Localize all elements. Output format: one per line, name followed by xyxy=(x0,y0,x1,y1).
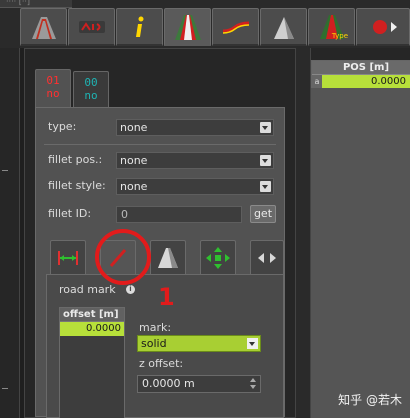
z-offset-label: z offset: xyxy=(139,357,184,370)
tab-road-grey[interactable] xyxy=(20,8,67,46)
pos-value: 0.0000 xyxy=(322,75,410,88)
offset-column-header: offset [m] xyxy=(60,308,124,322)
lane-tab-id: 01 xyxy=(46,74,60,87)
fillet-id-label: fillet ID: xyxy=(48,207,92,220)
pos-column-header: POS [m] xyxy=(312,61,410,75)
mark-select-value: solid xyxy=(141,337,167,350)
fillet-id-field[interactable]: 0 xyxy=(116,206,242,223)
info-icon[interactable]: i xyxy=(126,285,135,294)
spin-arrows-icon[interactable] xyxy=(248,377,258,391)
road-type-tab-text: Type xyxy=(331,32,348,40)
fillet-pos-label: fillet pos.: xyxy=(48,153,103,166)
pos-panel: POS [m] a 0.0000 xyxy=(310,48,410,418)
info-yellow-icon xyxy=(135,16,143,37)
pos-table-body xyxy=(311,88,410,418)
panel-gap xyxy=(296,48,310,418)
road-surface-icon xyxy=(158,247,178,268)
get-button[interactable]: get xyxy=(250,205,276,223)
tab-road-shape[interactable] xyxy=(260,8,307,46)
road-shape-icon xyxy=(273,16,294,39)
type-label: type: xyxy=(48,120,77,133)
z-offset-value: 0.0000 m xyxy=(142,377,195,390)
lane-tab-id: 00 xyxy=(84,76,98,89)
row-index: a xyxy=(312,75,322,88)
road-label-red-icon xyxy=(78,20,105,33)
divider xyxy=(44,144,276,145)
type-select[interactable]: none xyxy=(116,119,274,136)
scroll-arrows-icon xyxy=(258,252,276,263)
chevron-down-icon xyxy=(247,338,258,349)
tool-tab-strip: ···· [··] Type xyxy=(0,0,410,48)
move-cross-icon xyxy=(206,246,230,269)
fillet-style-select[interactable]: none xyxy=(116,178,274,195)
annotation-circle xyxy=(95,229,151,285)
lane-tab-status: no xyxy=(84,89,98,102)
tab-lane-01[interactable]: 01 no xyxy=(35,69,71,107)
watermark: 知乎 @若木 xyxy=(338,393,402,407)
tab-info[interactable] xyxy=(116,8,163,46)
tab-road-label[interactable] xyxy=(68,8,115,46)
mark-label: mark: xyxy=(139,321,172,334)
tab-curve[interactable] xyxy=(212,8,259,46)
curve-line-icon xyxy=(222,21,249,34)
tab-move[interactable] xyxy=(200,240,236,274)
lane-road-icon xyxy=(174,14,201,40)
tab-lane-00[interactable]: 00 no xyxy=(73,71,109,107)
fillet-pos-select[interactable]: none xyxy=(116,152,274,169)
lane-tab-status: no xyxy=(46,87,60,100)
fillet-pos-select-value: none xyxy=(120,154,148,167)
offset-list[interactable]: offset [m] 0.0000 xyxy=(59,307,125,418)
mark-select[interactable]: solid xyxy=(137,335,261,352)
tab-width[interactable] xyxy=(50,240,86,274)
z-offset-spinbox[interactable]: 0.0000 m xyxy=(137,375,261,393)
left-frame-edge xyxy=(0,48,20,418)
chevron-down-icon xyxy=(260,155,271,166)
table-row[interactable]: a 0.0000 xyxy=(312,75,410,88)
annotation-number: 1 xyxy=(158,283,175,311)
fillet-style-label: fillet style: xyxy=(48,179,106,192)
pos-table[interactable]: POS [m] a 0.0000 xyxy=(311,60,410,89)
tab-record[interactable] xyxy=(356,8,410,46)
tab-road-type[interactable]: Type xyxy=(308,8,355,46)
list-item[interactable]: 0.0000 xyxy=(60,322,124,336)
window-title-text: ···· [··] xyxy=(6,0,31,6)
tab-scroll[interactable] xyxy=(250,240,284,274)
road-mark-title: road mark xyxy=(59,283,116,296)
tab-lane[interactable] xyxy=(164,8,211,46)
chevron-down-icon xyxy=(260,181,271,192)
tab-road-surface[interactable] xyxy=(150,240,186,274)
road-grey-icon xyxy=(31,16,56,39)
width-arrows-icon xyxy=(58,250,78,265)
window-title-stub: ···· [··] xyxy=(0,0,72,8)
type-select-value: none xyxy=(120,121,148,134)
record-arrow-icon xyxy=(373,19,397,34)
fillet-style-select-value: none xyxy=(120,180,148,193)
chevron-down-icon xyxy=(260,122,271,133)
